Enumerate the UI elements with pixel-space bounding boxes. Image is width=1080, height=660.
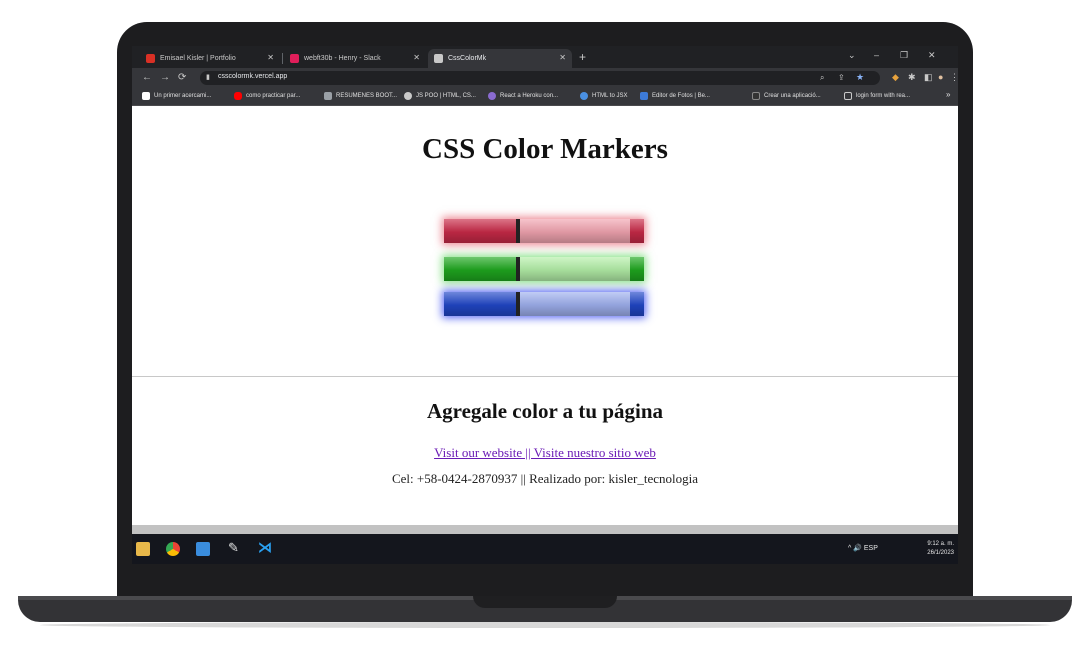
bookmark-icon: [404, 92, 412, 100]
page-favicon-icon: [434, 54, 443, 63]
paint-icon[interactable]: ✎: [228, 540, 242, 555]
reload-icon[interactable]: ⟳: [178, 72, 186, 83]
marker-body: [520, 219, 630, 243]
close-window-icon[interactable]: ✕: [928, 50, 936, 61]
bookmark-item[interactable]: JS POO | HTML, CS...: [404, 92, 476, 100]
bookmarks-bar: Un primer acercami... como practicar par…: [132, 88, 958, 106]
laptop-frame: Emisael Kisler | Portfolio ✕ webft30b - …: [0, 0, 1080, 660]
laptop-shadow: [40, 622, 1050, 628]
close-tab-icon[interactable]: ✕: [559, 53, 566, 62]
website-link[interactable]: Visit our website || Visite nuestro siti…: [132, 445, 958, 461]
bookmark-item[interactable]: como practicar par...: [234, 92, 300, 100]
vscode-icon[interactable]: ⋊: [258, 539, 272, 555]
bookmark-item[interactable]: HTML to JSX: [580, 92, 627, 100]
address-bar[interactable]: ▮ csscolormk.vercel.app ⌕ ⇪ ★: [200, 71, 880, 85]
marker-tip: [630, 219, 644, 243]
green-marker: [444, 257, 644, 281]
restore-icon[interactable]: ❐: [900, 50, 908, 61]
marker-body: [520, 292, 630, 316]
bookmark-icon: [488, 92, 496, 100]
marker-cap: [444, 292, 516, 316]
bookmark-label: HTML to JSX: [592, 93, 628, 99]
marker-tip: [630, 257, 644, 281]
bookmark-label: Crear una aplicació...: [764, 93, 821, 99]
tab-portfolio[interactable]: Emisael Kisler | Portfolio ✕: [140, 49, 280, 68]
extension-icon[interactable]: ◆: [892, 72, 899, 83]
screen: Emisael Kisler | Portfolio ✕ webft30b - …: [132, 46, 958, 564]
close-tab-icon[interactable]: ✕: [413, 53, 420, 62]
bookmark-label: Un primer acercami...: [154, 93, 212, 99]
bookmark-label: RESUMENES BOOT...: [336, 93, 398, 99]
chrome-icon[interactable]: [166, 542, 180, 556]
marker-body: [520, 257, 630, 281]
bookmark-label: Editor de Fotos | Be...: [652, 93, 710, 99]
system-tray[interactable]: ^ 🔊 ESP: [848, 544, 878, 552]
tab-title: webft30b - Henry - Slack: [304, 55, 381, 62]
profile-icon[interactable]: ●: [938, 72, 943, 82]
tab-bar: Emisael Kisler | Portfolio ✕ webft30b - …: [132, 46, 958, 68]
clock-time: 9:12 a. m.: [927, 541, 954, 547]
tab-title: CssColorMk: [448, 55, 487, 62]
clock-date: 26/1/2023: [927, 550, 954, 556]
page-title: CSS Color Markers: [422, 133, 668, 165]
tab-search-icon[interactable]: ⌄: [848, 50, 856, 61]
bookmark-icon: [844, 92, 852, 100]
tab-slack[interactable]: webft30b - Henry - Slack ✕: [284, 49, 426, 68]
bookmark-item[interactable]: Un primer acercami...: [142, 92, 211, 100]
tab-csscolormk[interactable]: CssColorMk ✕: [428, 49, 572, 68]
windows-taskbar: ✎ ⋊ ^ 🔊 ESP 9:12 a. m. 26/1/2023: [132, 534, 958, 564]
sidepanel-icon[interactable]: ◧: [924, 72, 933, 83]
bookmark-label: JS POO | HTML, CS...: [416, 93, 476, 99]
portfolio-favicon-icon: [146, 54, 155, 63]
close-tab-icon[interactable]: ✕: [267, 53, 274, 62]
red-marker: [444, 219, 644, 243]
slack-favicon-icon: [290, 54, 299, 63]
footer-contact: Cel: +58-0424-2870937 || Realizado por: …: [391, 471, 699, 486]
marker-tip: [630, 292, 644, 316]
new-tab-icon[interactable]: +: [579, 50, 586, 64]
section-heading: Agregale color a tu página: [426, 399, 664, 423]
star-icon[interactable]: ★: [856, 72, 864, 83]
minimize-icon[interactable]: –: [874, 50, 879, 60]
bookmark-icon: [640, 92, 648, 100]
bookmark-icon: [580, 92, 588, 100]
bookmark-label: React a Heroku con...: [500, 93, 559, 99]
tab-separator: [282, 53, 283, 64]
bookmark-icon: [752, 92, 760, 100]
file-explorer-icon[interactable]: [136, 542, 150, 556]
back-icon[interactable]: ←: [142, 72, 152, 83]
tab-title: Emisael Kisler | Portfolio: [160, 55, 236, 62]
bookmark-item[interactable]: Editor de Fotos | Be...: [640, 92, 710, 100]
bookmark-icon: [142, 92, 150, 100]
more-bookmarks-icon[interactable]: »: [946, 90, 950, 99]
taskbar-clock[interactable]: 9:12 a. m. 26/1/2023: [927, 540, 954, 558]
marker-cap: [444, 219, 516, 243]
section-divider: [132, 376, 958, 377]
youtube-icon: [234, 92, 242, 100]
marker-cap: [444, 257, 516, 281]
horizontal-scrollbar[interactable]: [132, 525, 958, 534]
puzzle-icon[interactable]: ✱: [908, 72, 916, 83]
url-text: csscolormk.vercel.app: [218, 73, 288, 80]
share-icon[interactable]: ⇪: [838, 73, 845, 82]
photos-icon[interactable]: [196, 542, 210, 556]
lock-icon: ▮: [206, 74, 210, 81]
page-viewport: CSS Color Markers Agregale color a tu pá…: [132, 107, 958, 525]
bookmark-item[interactable]: login form with rea...: [844, 92, 910, 100]
bookmark-item[interactable]: RESUMENES BOOT...: [324, 92, 397, 100]
laptop-notch: [473, 596, 617, 608]
menu-icon[interactable]: ⋮: [950, 72, 958, 83]
bookmark-label: como practicar par...: [246, 93, 301, 99]
browser-toolbar: ← → ⟳ ▮ csscolormk.vercel.app ⌕ ⇪ ★ ◆ ✱ …: [132, 68, 958, 88]
zoom-icon[interactable]: ⌕: [820, 73, 824, 83]
blue-marker: [444, 292, 644, 316]
bookmark-item[interactable]: React a Heroku con...: [488, 92, 558, 100]
bookmark-icon: [324, 92, 332, 100]
bookmark-item[interactable]: Crear una aplicació...: [752, 92, 821, 100]
bookmark-label: login form with rea...: [856, 93, 911, 99]
forward-icon[interactable]: →: [160, 72, 170, 83]
